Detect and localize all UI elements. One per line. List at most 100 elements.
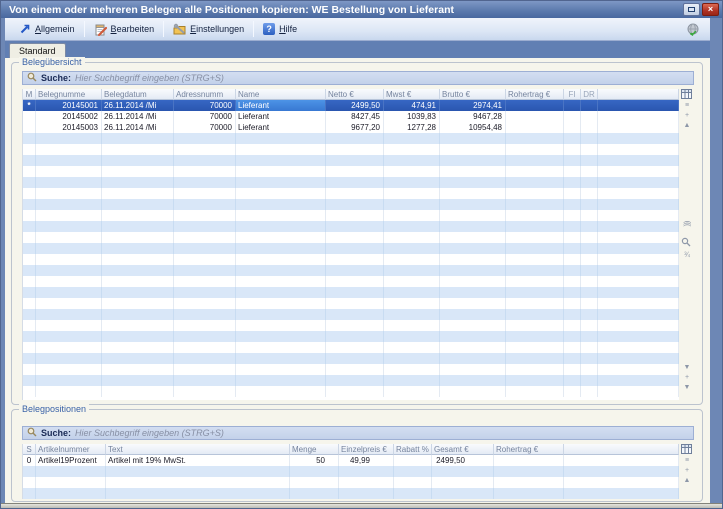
table-cell (23, 210, 36, 221)
table-cell (506, 342, 564, 353)
column-header[interactable]: Einzelpreis € (339, 444, 394, 455)
scroll-down-icon[interactable]: ▼ (682, 364, 692, 372)
table-cell (106, 477, 290, 488)
table-cell (581, 320, 598, 331)
scroll-up-icon[interactable]: ▲ (682, 122, 692, 130)
overview-scroll-rail: ≡ + ▲ ((( ¾ ▼ + ▼ (679, 89, 694, 400)
table-cell (598, 287, 679, 298)
table-cell: 70000 (174, 122, 236, 133)
add-row-icon[interactable]: + (682, 112, 692, 120)
zoom-icon[interactable] (681, 237, 691, 249)
table-cell (506, 276, 564, 287)
table-cell (36, 298, 102, 309)
column-header[interactable]: Rohertrag € (494, 444, 564, 455)
add-row-icon[interactable]: + (682, 467, 692, 475)
table-row[interactable]: *2014500126.11.2014 /Mi70000Lieferant249… (23, 100, 679, 111)
einstellungen-button[interactable]: Einstellungen (166, 21, 251, 38)
table-cell (326, 298, 384, 309)
column-header[interactable]: M (23, 89, 36, 100)
table-cell (23, 466, 36, 477)
table-row[interactable]: 2014500226.11.2014 /Mi70000Lieferant8427… (23, 111, 679, 122)
table-cell: 26.11.2014 /Mi (102, 100, 174, 111)
column-header[interactable]: Mwst € (384, 89, 440, 100)
table-cell (236, 265, 326, 276)
globe-refresh-icon[interactable] (686, 22, 700, 41)
table-row-empty (23, 232, 679, 243)
help-icon: ? (263, 23, 275, 35)
table-cell (23, 232, 36, 243)
table-cell (598, 243, 679, 254)
table-cell: 20145002 (36, 111, 102, 122)
table-cell (102, 210, 174, 221)
column-header[interactable]: Name (236, 89, 326, 100)
arrow-up-right-icon (18, 23, 31, 36)
table-cell (598, 375, 679, 386)
table-cell (581, 287, 598, 298)
positions-search-input[interactable] (75, 428, 689, 438)
column-header[interactable]: DR (581, 89, 598, 100)
table-cell (494, 488, 564, 499)
allgemein-button[interactable]: Allgemein (11, 21, 82, 38)
table-cell (23, 188, 36, 199)
hilfe-button[interactable]: ? Hilfe (256, 21, 304, 37)
scroll-bottom-icon[interactable]: ▼ (682, 384, 692, 392)
column-header[interactable]: Artikelnummer (36, 444, 106, 455)
table-cell (236, 276, 326, 287)
table-cell (564, 287, 581, 298)
table-row[interactable]: 2014500326.11.2014 /Mi70000Lieferant9677… (23, 122, 679, 133)
scroll-top-icon[interactable]: ≡ (682, 102, 692, 110)
add-row-bottom-icon[interactable]: + (682, 374, 692, 382)
column-header[interactable]: Rohertrag € (506, 89, 564, 100)
column-header[interactable]: Brutto € (440, 89, 506, 100)
column-header[interactable]: Menge (290, 444, 339, 455)
table-cell (598, 342, 679, 353)
tab-standard[interactable]: Standard (9, 43, 66, 58)
table-cell (174, 364, 236, 375)
table-cell (440, 342, 506, 353)
column-header[interactable]: Belegdatum (102, 89, 174, 100)
table-cell (598, 144, 679, 155)
bearbeiten-button[interactable]: Bearbeiten (87, 21, 162, 38)
table-cell: 20145001 (36, 100, 102, 111)
table-row-empty (23, 331, 679, 342)
table-cell (564, 221, 581, 232)
table-cell (506, 331, 564, 342)
table-cell (564, 298, 581, 309)
table-cell (36, 320, 102, 331)
table-row-empty (23, 177, 679, 188)
table-cell (506, 386, 564, 397)
column-chooser-icon[interactable] (681, 89, 692, 101)
column-chooser-icon[interactable] (681, 444, 692, 456)
table-cell (564, 254, 581, 265)
column-header[interactable]: FI (564, 89, 581, 100)
table-cell (384, 309, 440, 320)
table-cell (236, 133, 326, 144)
close-button[interactable]: × (702, 3, 719, 16)
column-header[interactable]: Gesamt € (432, 444, 494, 455)
table-cell (598, 199, 679, 210)
table-cell (23, 177, 36, 188)
scroll-top-icon[interactable]: ≡ (682, 457, 692, 465)
overview-search-input[interactable] (75, 73, 689, 83)
table-cell (23, 375, 36, 386)
table-cell (598, 265, 679, 276)
table-cell (564, 276, 581, 287)
table-cell: Lieferant (236, 100, 326, 111)
column-header[interactable]: Belegnumme (36, 89, 102, 100)
table-cell (506, 166, 564, 177)
restore-button[interactable] (683, 3, 700, 16)
table-row[interactable]: 0Artikel19ProzentArtikel mit 19% MwSt.50… (23, 455, 679, 466)
column-header[interactable]: Netto € (326, 89, 384, 100)
column-header[interactable]: Text (106, 444, 290, 455)
table-row-empty (23, 364, 679, 375)
column-header[interactable]: S (23, 444, 36, 455)
table-cell (440, 353, 506, 364)
splitter-grip-icon[interactable]: ((( (683, 218, 691, 228)
scroll-up-icon[interactable]: ▲ (682, 477, 692, 485)
group-legend: Belegübersicht (19, 57, 85, 68)
table-cell (326, 265, 384, 276)
page-position-icon[interactable]: ¾ (682, 252, 692, 260)
table-cell (384, 353, 440, 364)
column-header[interactable]: Adressnumm (174, 89, 236, 100)
column-header[interactable]: Rabatt % (394, 444, 432, 455)
